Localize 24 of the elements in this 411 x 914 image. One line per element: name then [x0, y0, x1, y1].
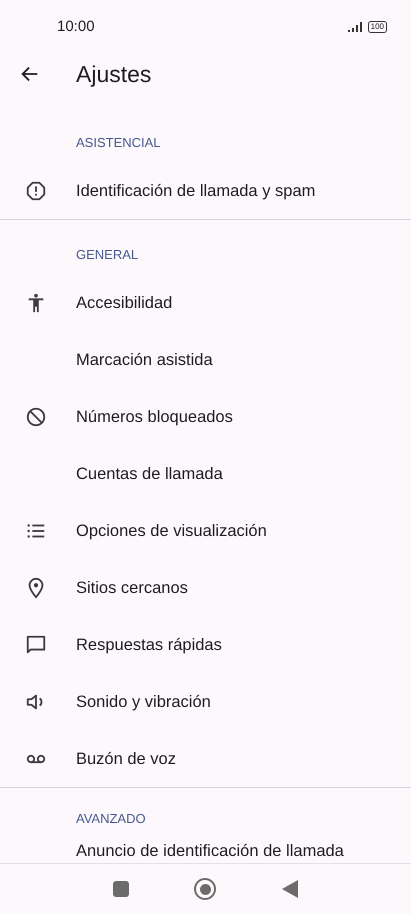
status-time: 10:00 [57, 16, 95, 37]
recents-button[interactable] [112, 881, 129, 897]
settings-item[interactable]: Buzón de voz [0, 730, 411, 787]
settings-item[interactable]: Cuentas de llamada [0, 445, 411, 502]
page-title: Ajustes [76, 60, 152, 89]
settings-item[interactable]: Identificación de llamada y spam [0, 162, 411, 219]
battery-indicator: 100 [368, 21, 387, 33]
settings-item[interactable]: Sonido y vibración [0, 673, 411, 730]
settings-item[interactable]: Marcación asistida [0, 331, 411, 388]
section-header: GENERAL [76, 246, 140, 264]
section-header: ASISTENCIAL [76, 134, 162, 152]
message-icon [25, 634, 47, 656]
section-header: AVANZADO [76, 810, 147, 828]
block-icon [25, 406, 47, 428]
alert-icon [25, 180, 47, 202]
settings-item[interactable]: Sitios cercanos [0, 559, 411, 616]
settings-item[interactable]: Anuncio de identificación de llamada [0, 838, 411, 864]
settings-item[interactable]: Accesibilidad [0, 274, 411, 331]
back-nav-button[interactable] [282, 880, 298, 898]
settings-item[interactable]: Opciones de visualización [0, 502, 411, 559]
settings-item[interactable]: Respuestas rápidas [0, 616, 411, 673]
settings-item[interactable]: Números bloqueados [0, 388, 411, 445]
signal-icon [348, 22, 364, 32]
home-button[interactable] [194, 878, 216, 900]
